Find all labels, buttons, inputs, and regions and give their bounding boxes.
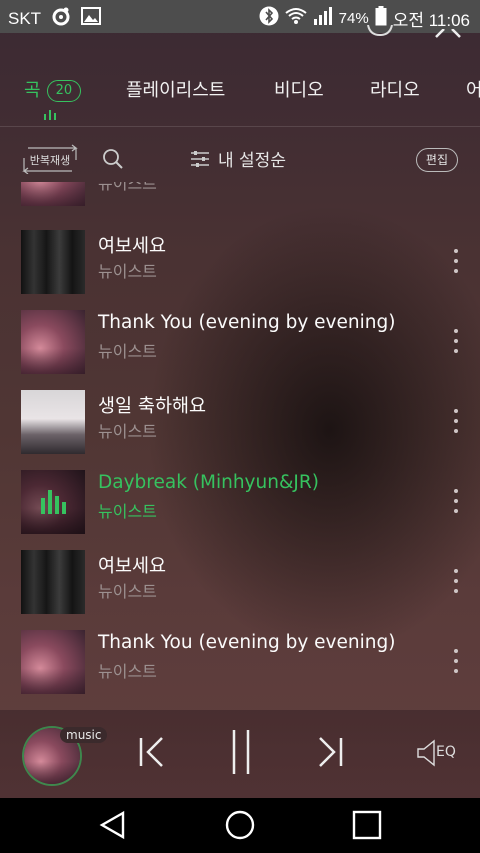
repeat-label: 반복재생 (29, 154, 71, 167)
app-notification-icon (51, 6, 71, 31)
search-icon (103, 149, 123, 169)
close-icon[interactable] (434, 29, 462, 39)
song-artist: 뉴이스트 (98, 182, 157, 193)
pause-icon[interactable] (228, 728, 254, 776)
back-icon[interactable] (98, 810, 128, 840)
song-title: Daybreak (Minhyun&JR) (98, 472, 319, 493)
now-playing-bars-icon (44, 110, 58, 120)
carrier-label: SKT (8, 8, 42, 28)
album-art (21, 230, 85, 294)
music-app-screen: SKT 74% 오전 11:06 곡 20 플레이리스트 비디오 라디오 어 반… (0, 0, 480, 853)
battery-percent: 74% (338, 10, 369, 27)
more-options-icon[interactable] (452, 329, 460, 355)
mini-player: music EQ (0, 710, 480, 798)
tab-playlists[interactable]: 플레이리스트 (126, 76, 225, 102)
song-title: Thank You (evening by evening) (98, 632, 396, 653)
repeat-button[interactable]: 반복재생 (22, 144, 78, 174)
song-count-badge: 20 (46, 80, 82, 102)
album-art (21, 390, 85, 454)
song-artist: 뉴이스트 (98, 342, 157, 361)
gallery-icon (81, 7, 102, 30)
tab-songs-label: 곡 (24, 80, 41, 101)
tab-songs[interactable]: 곡 20 (24, 76, 82, 102)
search-button[interactable] (102, 148, 124, 170)
album-art (21, 630, 85, 694)
bluetooth-icon (259, 6, 279, 31)
now-playing-icon (21, 470, 85, 534)
eq-button[interactable]: EQ (416, 738, 460, 768)
song-title: Thank You (evening by evening) (98, 312, 396, 333)
song-list: 뉴이스트 여보세요 뉴이스트 Thank You (evening by eve… (0, 182, 480, 710)
album-art (21, 550, 85, 614)
eq-label: EQ (436, 744, 456, 760)
next-icon[interactable] (316, 730, 344, 774)
more-options-icon[interactable] (452, 249, 460, 275)
album-art (21, 470, 85, 534)
sort-label: 내 설정순 (218, 151, 286, 171)
sort-button[interactable]: 내 설정순 (190, 146, 286, 171)
song-title: 여보세요 (98, 236, 167, 257)
song-artist: 뉴이스트 (98, 582, 157, 601)
tab-radio[interactable]: 라디오 (370, 76, 420, 102)
list-toolbar: 반복재생 내 설정순 편집 (0, 138, 480, 182)
settings-icon[interactable] (366, 25, 394, 37)
album-art (21, 310, 85, 374)
song-row-now-playing[interactable]: Daybreak (Minhyun&JR) 뉴이스트 (0, 462, 480, 542)
song-artist: 뉴이스트 (98, 502, 157, 521)
song-row[interactable]: Thank You (evening by evening) 뉴이스트 (0, 622, 480, 702)
status-bar: SKT 74% 오전 11:06 (0, 0, 480, 33)
song-row[interactable]: 생일 축하해요 뉴이스트 (0, 382, 480, 462)
speaker-icon (417, 739, 435, 767)
signal-icon (313, 7, 333, 30)
recent-apps-icon[interactable] (352, 810, 382, 840)
category-tabs: 곡 20 플레이리스트 비디오 라디오 어 (0, 68, 480, 127)
song-artist: 뉴이스트 (98, 422, 157, 441)
clock: 오전 11:06 (392, 11, 470, 30)
song-row[interactable]: 뉴이스트 (0, 182, 480, 214)
song-title: 여보세요 (98, 556, 167, 577)
sliders-icon (191, 150, 209, 167)
song-artist: 뉴이스트 (98, 662, 157, 681)
tab-videos[interactable]: 비디오 (274, 76, 324, 102)
more-options-icon[interactable] (452, 409, 460, 435)
music-tag: music (60, 727, 108, 743)
system-navigation-bar (0, 798, 480, 853)
album-art (21, 182, 85, 206)
tab-next-cut[interactable]: 어 (466, 76, 480, 102)
more-options-icon[interactable] (452, 569, 460, 595)
edit-button[interactable]: 편집 (415, 148, 458, 172)
home-icon[interactable] (224, 809, 256, 841)
song-row[interactable]: 여보세요 뉴이스트 (0, 542, 480, 622)
song-row[interactable]: Thank You (evening by evening) 뉴이스트 (0, 302, 480, 382)
previous-icon[interactable] (138, 730, 166, 774)
player-header (0, 25, 480, 43)
song-artist: 뉴이스트 (98, 262, 157, 281)
more-options-icon[interactable] (452, 649, 460, 675)
wifi-icon (285, 7, 307, 30)
song-row[interactable]: 여보세요 뉴이스트 (0, 222, 480, 302)
song-title: 생일 축하해요 (98, 396, 207, 417)
more-options-icon[interactable] (452, 489, 460, 515)
